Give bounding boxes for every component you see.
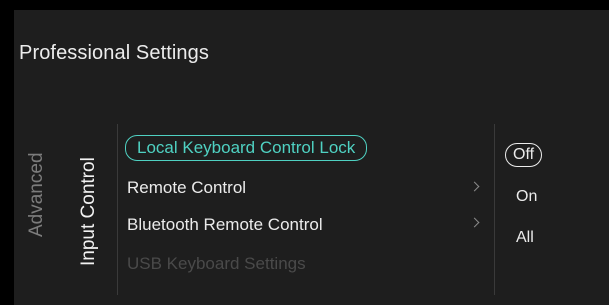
menu-item-local-keyboard-control-lock[interactable]: Local Keyboard Control Lock xyxy=(125,135,368,161)
option-off[interactable]: Off xyxy=(505,143,543,167)
tab-input-control[interactable]: Input Control xyxy=(78,157,100,266)
menu-item-usb-keyboard-settings[interactable]: USB Keyboard Settings xyxy=(127,253,306,275)
page-title: Professional Settings xyxy=(19,42,209,64)
tab-advanced[interactable]: Advanced xyxy=(26,152,48,237)
option-on[interactable]: On xyxy=(516,186,537,208)
left-divider xyxy=(117,124,118,295)
menu-item-remote-control[interactable]: Remote Control xyxy=(127,177,246,199)
menu-item-bluetooth-remote-control[interactable]: Bluetooth Remote Control xyxy=(127,214,323,236)
right-divider xyxy=(494,124,495,295)
option-all[interactable]: All xyxy=(516,227,534,249)
